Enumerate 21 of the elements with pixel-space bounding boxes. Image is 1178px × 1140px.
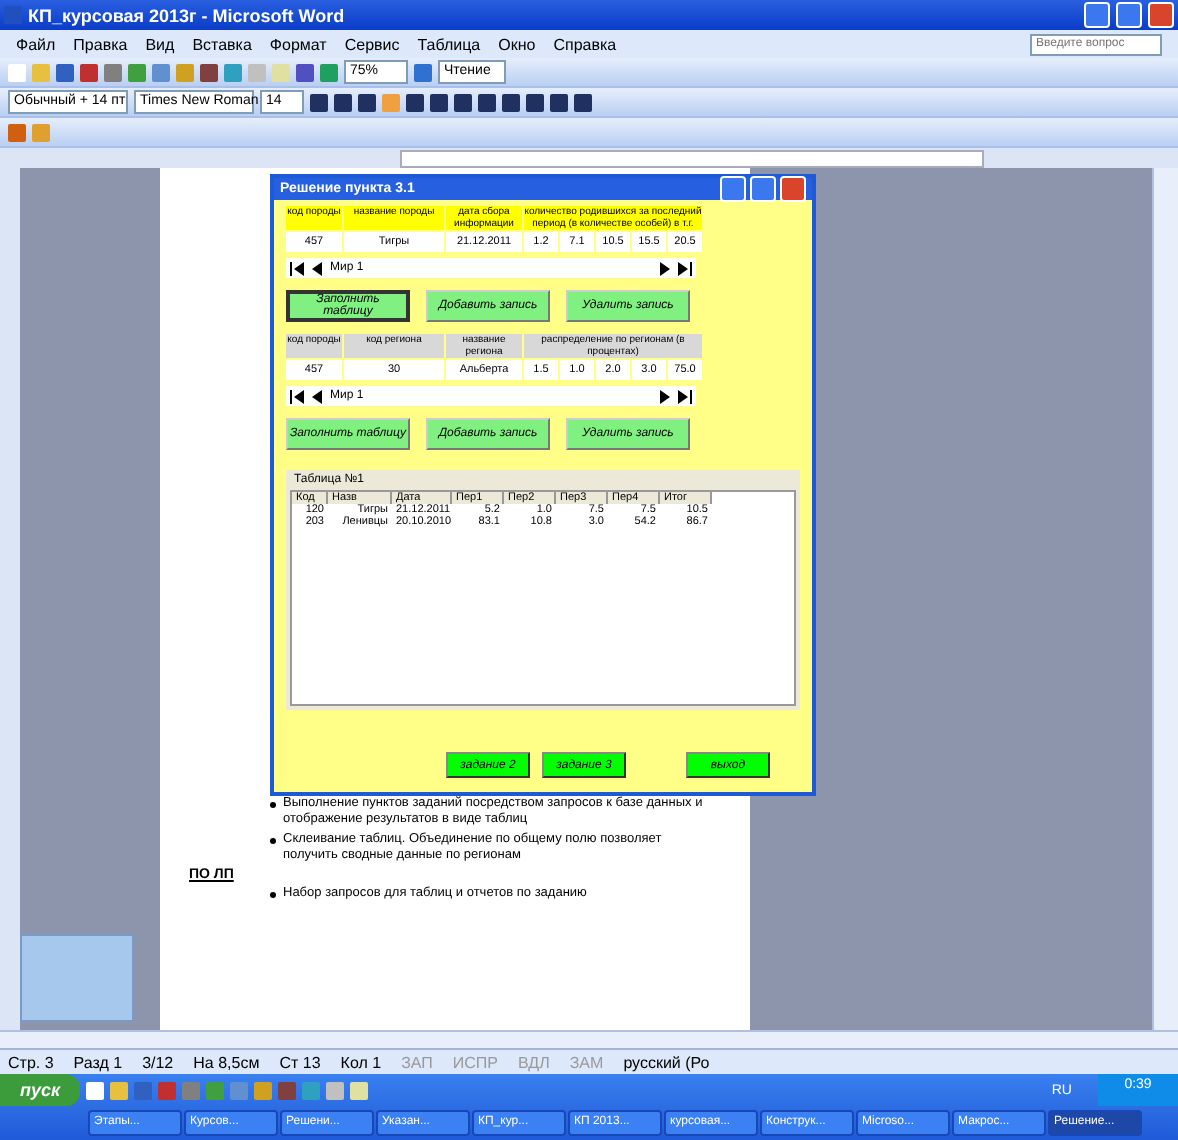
menu-item[interactable]: Окно	[498, 35, 536, 53]
menu-item[interactable]: Таблица	[417, 35, 481, 53]
status-text: ЗАП	[401, 1053, 433, 1071]
menu-item[interactable]: Вид	[145, 35, 175, 53]
menu-item[interactable]: Формат	[269, 35, 327, 53]
status-text: ЗАМ	[569, 1053, 604, 1071]
status-text: ВДЛ	[518, 1053, 550, 1071]
status-text: На 8,5см	[193, 1053, 260, 1071]
menu-item[interactable]: Справка	[553, 35, 617, 53]
status-text: Кол 1	[340, 1053, 382, 1071]
menu-item[interactable]: Вставка	[192, 35, 252, 53]
status-text: ИСПР	[452, 1053, 499, 1071]
window-title: КП_курсовая 2013г - Microsoft Word	[28, 5, 347, 25]
menu-item[interactable]: Правка	[73, 35, 128, 53]
status-text: Стр. 3	[8, 1053, 54, 1071]
status-text: Ст 13	[279, 1053, 321, 1071]
status-text: 3/12	[142, 1053, 174, 1071]
status-text: русский (Ро	[623, 1053, 710, 1071]
status-text: Разд 1	[73, 1053, 123, 1071]
menu-item[interactable]: Файл	[16, 35, 56, 53]
menu-item[interactable]: Сервис	[344, 35, 400, 53]
